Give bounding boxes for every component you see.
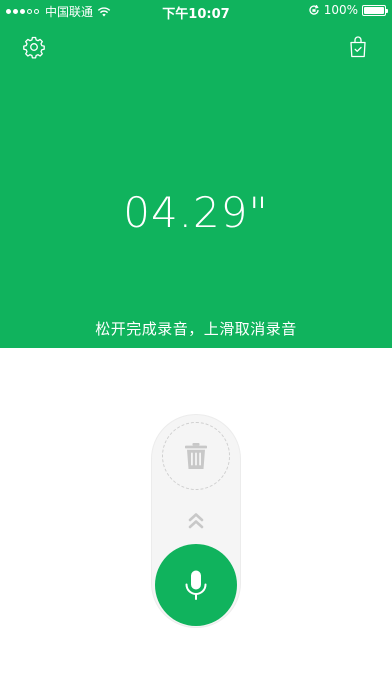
cancel-recording-zone[interactable]: [162, 422, 230, 490]
orientation-lock-icon: [309, 4, 319, 15]
status-bar: 中国联通 下午10:07 100%: [0, 0, 392, 22]
battery-fill: [364, 6, 384, 14]
microphone-icon: [185, 570, 207, 600]
record-button[interactable]: [155, 544, 237, 626]
gear-icon: [23, 36, 45, 59]
battery-percent: 100%: [323, 3, 358, 17]
bag-button[interactable]: [348, 35, 368, 59]
swipe-up-indicator: [186, 510, 206, 534]
double-chevron-up-icon: [188, 513, 204, 529]
shopping-bag-check-icon: [350, 36, 366, 58]
recording-hint: 松开完成录音，上滑取消录音: [95, 320, 297, 338]
settings-button[interactable]: [22, 35, 46, 59]
battery-icon: [362, 4, 388, 16]
trash-icon: [185, 443, 207, 469]
recording-header-area: 中国联通 下午10:07 100% 04.29" 松开完成录音，上滑取消录音: [0, 0, 392, 348]
status-right: 100%: [308, 3, 388, 17]
recording-timer: 04.29": [123, 188, 269, 237]
